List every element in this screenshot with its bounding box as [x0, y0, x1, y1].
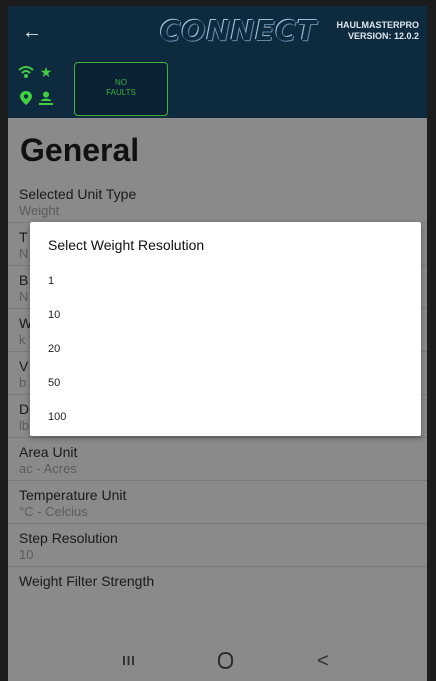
operator-icon	[38, 90, 54, 106]
setting-label: Area Unit	[19, 444, 78, 460]
setting-value: 10	[19, 547, 34, 562]
faults-line1: NO	[115, 78, 127, 87]
version-info: HAULMASTERPRO VERSION: 12.0.2	[319, 20, 420, 42]
setting-value: k	[19, 332, 26, 347]
resolution-option[interactable]: 20	[30, 333, 421, 367]
setting-step-resolution[interactable]: Step Resolution 10	[8, 524, 427, 567]
option-label: 1	[48, 275, 55, 287]
system-back-button[interactable]: <	[308, 650, 338, 672]
recents-button[interactable]: III	[114, 650, 144, 672]
dialog-title: Select Weight Resolution	[48, 237, 205, 253]
product-name: HAULMASTERPRO	[336, 20, 420, 30]
setting-area-unit[interactable]: Area Unit ac - Acres	[8, 438, 427, 481]
option-label: 100	[48, 411, 67, 423]
setting-value: ac - Acres	[19, 461, 77, 476]
app-logo: CONNECT	[160, 14, 317, 47]
wifi-icon	[18, 64, 34, 80]
option-label: 50	[48, 377, 61, 389]
setting-label: Selected Unit Type	[19, 186, 137, 202]
setting-weight-filter-strength[interactable]: Weight Filter Strength	[8, 567, 427, 609]
resolution-option[interactable]: 50	[30, 367, 421, 401]
faults-line2: FAULTS	[106, 88, 136, 97]
device-frame: ← CONNECT HAULMASTERPRO VERSION: 12.0.2 …	[0, 0, 436, 681]
setting-label: Weight Filter Strength	[19, 573, 155, 589]
faults-status-button[interactable]: NO FAULTS	[74, 62, 168, 116]
setting-temperature-unit[interactable]: Temperature Unit °C - Celcius	[8, 481, 427, 524]
bezel-right	[427, 0, 436, 681]
setting-value: b	[19, 375, 27, 390]
page-title: General	[20, 132, 140, 168]
home-button[interactable]	[210, 650, 240, 672]
setting-label: V	[19, 358, 29, 374]
setting-label: T	[19, 229, 28, 245]
page-header: General	[8, 118, 427, 180]
home-icon	[217, 652, 233, 670]
resolution-option[interactable]: 100	[30, 401, 421, 435]
location-pin-icon	[18, 90, 34, 106]
setting-value: N	[19, 289, 29, 304]
bezel-left	[0, 0, 8, 681]
setting-value: °C - Celcius	[19, 504, 88, 519]
resolution-option[interactable]: 10	[30, 299, 421, 333]
resolution-option[interactable]: 1	[30, 265, 421, 299]
option-label: 10	[48, 309, 61, 321]
system-nav-bar: III <	[8, 640, 427, 681]
setting-selected-unit-type[interactable]: Selected Unit Type Weight	[8, 180, 427, 223]
app-bar: ← CONNECT HAULMASTERPRO VERSION: 12.0.2	[8, 6, 427, 60]
setting-value: lb	[19, 418, 30, 433]
version-number: VERSION: 12.0.2	[347, 31, 419, 41]
setting-label: D	[19, 401, 30, 417]
status-bar: ★ NO FAULTS	[8, 60, 427, 118]
back-arrow-icon[interactable]: ←	[22, 20, 46, 44]
weight-resolution-dialog: Select Weight Resolution 1 10 20 50 100	[30, 222, 421, 436]
setting-value: N	[19, 246, 29, 261]
star-icon: ★	[39, 64, 53, 80]
setting-label: Temperature Unit	[19, 487, 127, 503]
setting-label: B	[19, 272, 29, 288]
setting-label: Step Resolution	[19, 530, 118, 546]
setting-value: Weight	[19, 203, 60, 218]
option-label: 20	[48, 343, 61, 355]
